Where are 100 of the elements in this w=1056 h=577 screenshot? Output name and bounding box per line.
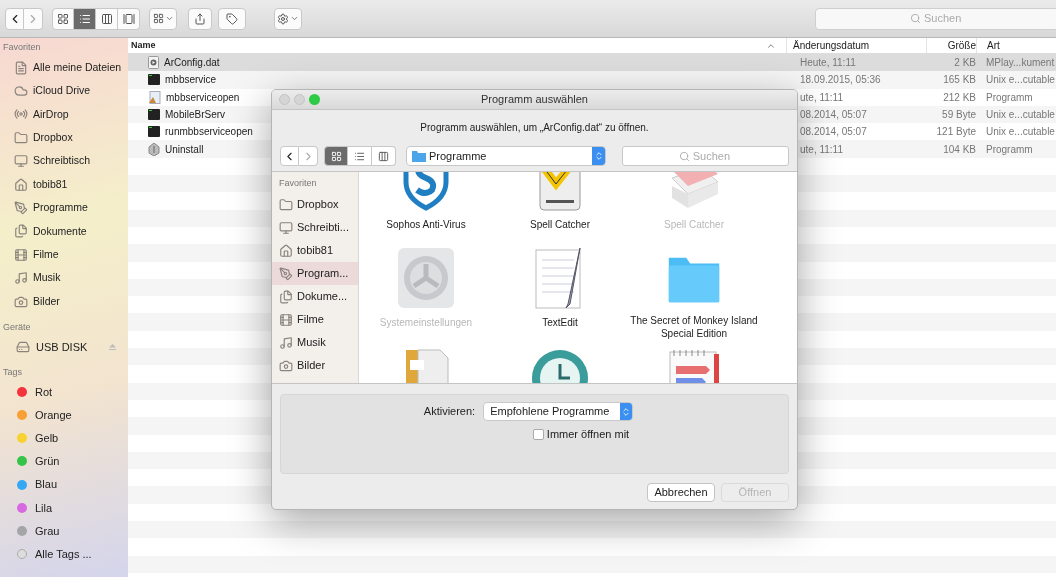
sidebar-label: USB DISK bbox=[36, 339, 88, 355]
app-item[interactable]: Sophos Anti-Virus bbox=[359, 172, 493, 242]
arrange-button[interactable] bbox=[149, 7, 177, 30]
share-button[interactable] bbox=[188, 7, 212, 30]
sidebar-item[interactable]: Dropbox bbox=[272, 193, 358, 216]
sidebar-item[interactable]: Bilder bbox=[0, 289, 128, 314]
sidebar-item[interactable]: Program... bbox=[272, 262, 358, 285]
column-view-button[interactable] bbox=[372, 146, 396, 166]
folder-icon bbox=[279, 197, 293, 212]
sidebar-item[interactable]: Programme bbox=[0, 196, 128, 220]
sidebar-item[interactable]: Filme bbox=[0, 243, 128, 267]
sidebar-item[interactable]: Schreibti... bbox=[272, 216, 358, 239]
file-name: runmbbserviceopen bbox=[165, 125, 253, 140]
icon-view-button[interactable] bbox=[52, 7, 74, 30]
search-input[interactable]: Suchen bbox=[692, 147, 733, 165]
sidebar-label: Musik bbox=[33, 270, 61, 286]
sidebar-label: iCloud Drive bbox=[33, 83, 91, 99]
file-date: 18.09.2015, 05:36 bbox=[800, 74, 881, 86]
location-popup[interactable]: Programme bbox=[406, 146, 607, 166]
file-date: 08.2014, 05:07 bbox=[800, 126, 867, 138]
monitor-icon bbox=[279, 220, 293, 235]
dialog-title: Programm auswählen bbox=[481, 92, 588, 108]
checkbox-label: Immer öffnen mit bbox=[546, 427, 630, 442]
sidebar-item[interactable]: AirDrop bbox=[0, 102, 128, 127]
checkbox[interactable] bbox=[532, 428, 544, 440]
search-input[interactable]: Suchen bbox=[924, 10, 964, 27]
icon-view-icon bbox=[330, 150, 342, 162]
camera-icon bbox=[279, 358, 293, 373]
sidebar-item[interactable]: Schreibtisch bbox=[0, 149, 128, 173]
sidebar-item[interactable]: Rot bbox=[0, 380, 128, 404]
cloud-icon bbox=[14, 84, 28, 99]
sidebar-item[interactable]: iCloud Drive bbox=[0, 79, 128, 103]
sidebar-item[interactable]: Bilder bbox=[272, 354, 358, 377]
sidebar-item[interactable]: Musik bbox=[272, 331, 358, 354]
sidebar-item[interactable]: Blau bbox=[0, 473, 128, 497]
sidebar-label: Dokume... bbox=[297, 289, 348, 305]
file-size: 121 Byte bbox=[936, 126, 976, 138]
file-size: 2 KB bbox=[954, 57, 976, 69]
sidebar-item[interactable]: Musik bbox=[0, 266, 128, 290]
sidebar-item[interactable]: Grün bbox=[0, 449, 128, 474]
share-icon bbox=[194, 12, 206, 25]
app-item[interactable]: Spell Catcher bbox=[493, 172, 627, 242]
sidebar-label: Schreibti... bbox=[297, 220, 349, 236]
header-label: Name bbox=[131, 38, 156, 52]
sidebar-item[interactable]: tobib81 bbox=[0, 172, 128, 197]
sidebar-label: Grün bbox=[35, 454, 60, 470]
app-item[interactable]: TextEdit bbox=[493, 242, 627, 340]
file-type: Programm bbox=[986, 143, 1033, 155]
sidebar-item[interactable]: Alle meine Dateien bbox=[0, 56, 128, 80]
music-note-icon bbox=[279, 335, 293, 350]
sidebar-label: Bilder bbox=[33, 293, 60, 309]
back-button[interactable] bbox=[280, 146, 299, 166]
sidebar-item[interactable]: Grau bbox=[0, 519, 128, 543]
file-type: Unix e...cutable bbox=[986, 74, 1055, 86]
action-button[interactable] bbox=[274, 7, 302, 30]
sidebar-label: Lila bbox=[35, 500, 53, 516]
list-view-button[interactable] bbox=[74, 7, 96, 30]
sidebar-label: Programme bbox=[33, 200, 88, 216]
popup-arrows-icon bbox=[592, 147, 606, 165]
sidebar-item[interactable]: Orange bbox=[0, 403, 128, 427]
sidebar-item[interactable]: Gelb bbox=[0, 426, 128, 450]
sidebar-item[interactable]: tobib81 bbox=[272, 239, 358, 262]
icon-view-button[interactable] bbox=[324, 146, 348, 166]
search-field[interactable]: Suchen bbox=[622, 146, 789, 166]
search-icon bbox=[678, 150, 690, 162]
gallery-view-button[interactable] bbox=[118, 7, 140, 30]
sidebar-item[interactable]: USB DISK bbox=[0, 335, 128, 359]
sidebar-label: Blau bbox=[35, 477, 58, 493]
tag-icon bbox=[226, 12, 238, 25]
file-date: Heute, 11:11 bbox=[800, 57, 856, 69]
sidebar-item[interactable]: Alle Tags ... bbox=[0, 542, 128, 566]
folder-icon bbox=[412, 150, 426, 162]
file-name: MobileBrServ bbox=[165, 108, 226, 123]
column-view-button[interactable] bbox=[96, 7, 118, 30]
file-row[interactable]: ArConfig.dat Heute, 11:11 2 KB MPlay...kument bbox=[128, 54, 1056, 72]
sidebar-label: Gelb bbox=[35, 431, 59, 446]
file-date: 08.2014, 05:07 bbox=[800, 109, 867, 121]
film-icon bbox=[14, 247, 28, 262]
file-name: mbbserviceopen bbox=[166, 90, 240, 105]
app-item[interactable]: The Secret of Monkey Island Special Edition bbox=[627, 242, 761, 340]
sidebar-item[interactable]: Filme bbox=[272, 308, 358, 331]
radio-waves-icon bbox=[14, 107, 28, 122]
sidebar-item[interactable]: Lila bbox=[0, 496, 128, 520]
sidebar-label: Schreibtisch bbox=[33, 153, 91, 169]
sidebar-label: Alle Tags ... bbox=[35, 546, 92, 562]
music-note-icon bbox=[14, 271, 28, 286]
header-label: Größe bbox=[947, 39, 976, 53]
app-icon bbox=[148, 90, 161, 104]
back-button[interactable] bbox=[5, 7, 24, 30]
sidebar-item[interactable]: Dokumente bbox=[0, 219, 128, 244]
tag-button[interactable] bbox=[218, 7, 246, 30]
list-view-button[interactable] bbox=[348, 146, 372, 166]
enable-popup[interactable]: Empfohlene Programme bbox=[483, 402, 634, 421]
location-value: Programme bbox=[429, 148, 487, 164]
file-row[interactable]: mbbservice 18.09.2015, 05:36 165 KB Unix e...cutable bbox=[128, 71, 1056, 89]
dialog-button[interactable]: Abbrechen bbox=[647, 483, 715, 502]
search-field[interactable]: Suchen bbox=[815, 7, 1056, 30]
sidebar-item[interactable]: Dropbox bbox=[0, 126, 128, 150]
sidebar-item[interactable]: Dokume... bbox=[272, 285, 358, 308]
film-icon bbox=[279, 312, 293, 327]
